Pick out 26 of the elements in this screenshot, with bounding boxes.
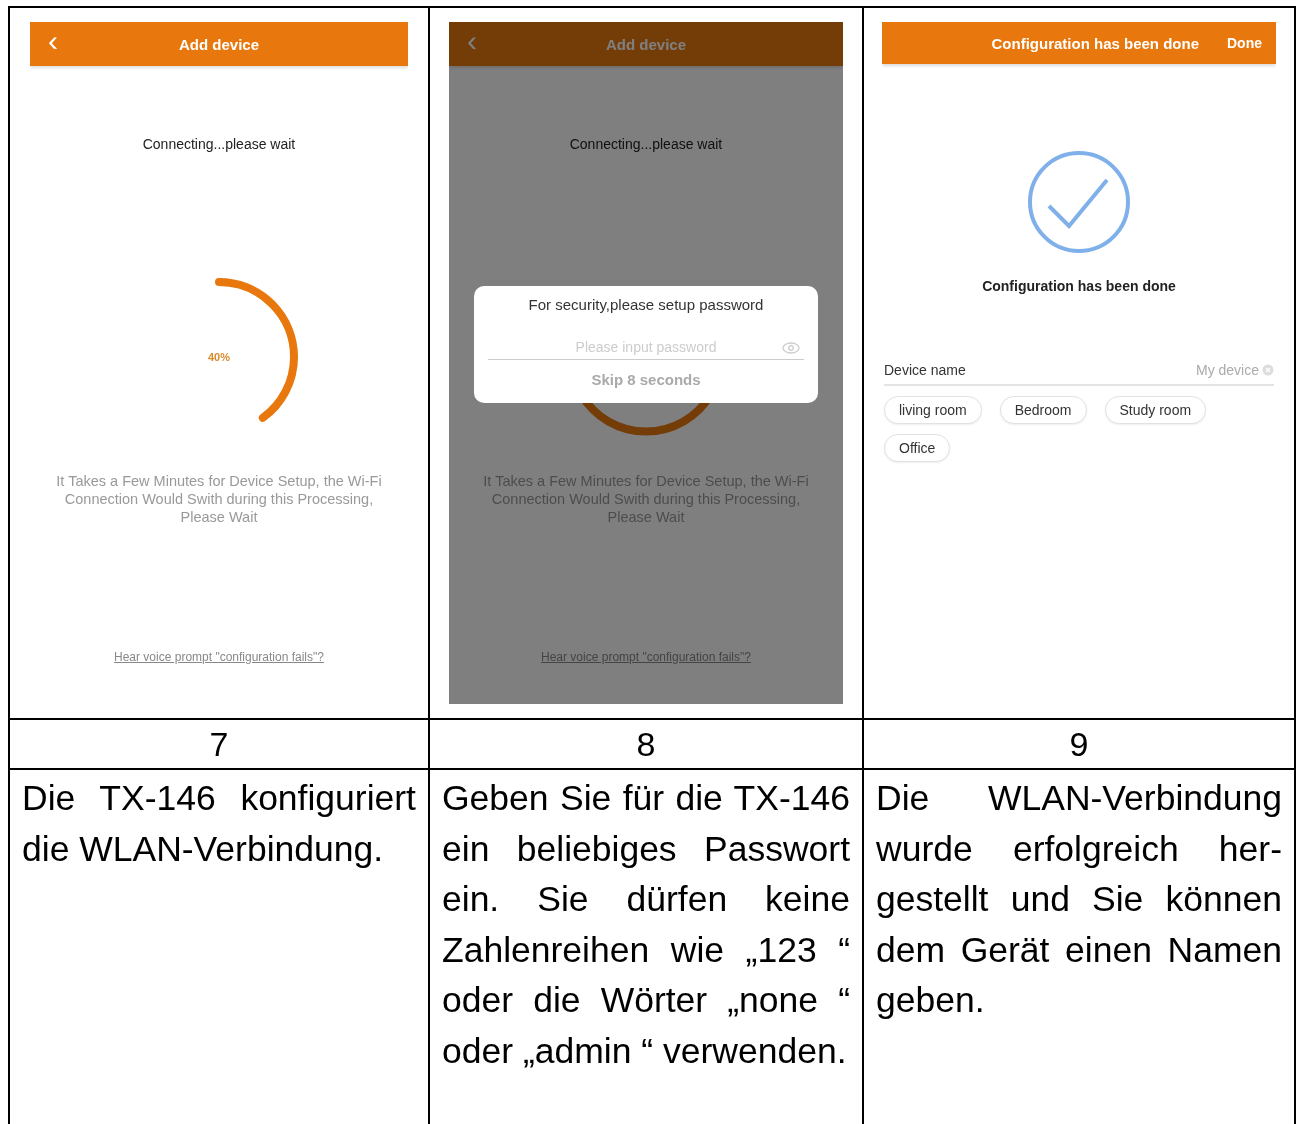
info-text: It Takes a Few Minutes for Device Setup, the Wi-Fi Connection Would Swith during this Processing, Please Wait	[55, 472, 383, 526]
room-chip[interactable]: Bedroom	[999, 396, 1087, 424]
step-number: 8	[429, 719, 863, 769]
room-chip[interactable]: Office	[884, 434, 951, 462]
dialog-title: For security,please setup password	[528, 296, 764, 313]
eye-icon	[782, 342, 800, 354]
progress-percent: 40%	[208, 351, 230, 363]
step-description: Die TX-146 konfiguriert die WLAN-Verbindung.	[9, 769, 429, 1124]
screen-title: Add device	[179, 35, 259, 53]
screen-title: Configuration has been done	[991, 34, 1199, 52]
room-chip[interactable]: living room	[884, 396, 982, 424]
voice-prompt-link[interactable]: Hear voice prompt "configuration fails"?	[114, 650, 324, 664]
screen-title: Add device	[606, 35, 686, 53]
field-label: Device name	[884, 362, 966, 378]
step-number: 7	[9, 719, 429, 769]
status-text: Connecting...please wait	[142, 136, 296, 152]
success-message: Configuration has been done	[982, 278, 1176, 294]
status-text: Connecting...please wait	[569, 136, 723, 152]
done-button[interactable]: Done	[1227, 35, 1262, 51]
back-button[interactable]: ‹	[463, 26, 481, 56]
step-number: 9	[863, 719, 1295, 769]
voice-prompt-link[interactable]: Hear voice prompt "configuration fails"?	[541, 650, 751, 664]
room-chip[interactable]: Study room	[1104, 396, 1207, 424]
skip-button[interactable]: Skip 8 seconds	[585, 370, 707, 389]
check-circle-icon	[1027, 150, 1131, 254]
back-button[interactable]: ‹	[44, 26, 62, 56]
